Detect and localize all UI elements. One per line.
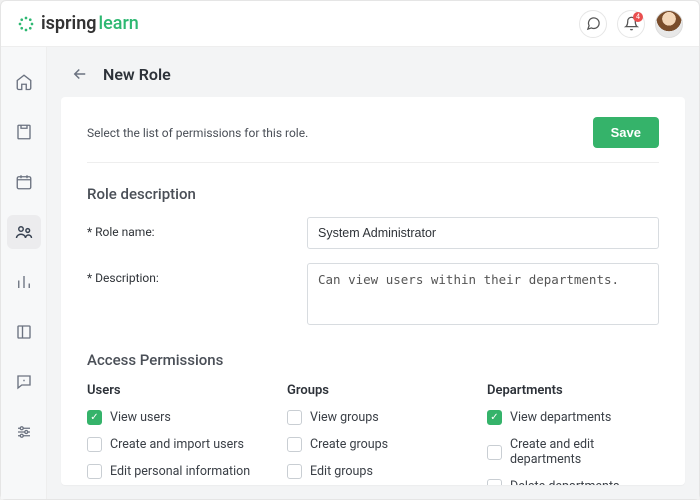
checkbox-icon	[87, 410, 102, 425]
perm-col-users: Users View users Create and import users…	[87, 383, 259, 485]
avatar[interactable]	[655, 10, 683, 38]
description-label: * Description:	[87, 263, 307, 285]
perm-item-label: Create groups	[310, 437, 388, 452]
perm-col-groups: Groups View groups Create groups Edit gr…	[287, 383, 459, 485]
checkbox-icon	[87, 464, 102, 479]
perm-item-label: Create and edit departments	[510, 437, 659, 467]
checkbox-icon	[487, 479, 502, 485]
notifications-button[interactable]: 4	[617, 10, 645, 38]
sidebar-item-home[interactable]	[7, 65, 41, 99]
main: New Role Select the list of permissions …	[47, 47, 699, 499]
checkbox-icon	[287, 437, 302, 452]
checkbox-icon	[87, 437, 102, 452]
perm-item-label: Edit groups	[310, 464, 373, 479]
chat-button[interactable]	[579, 10, 607, 38]
back-button[interactable]	[69, 63, 91, 85]
perm-item[interactable]: Edit personal information	[87, 464, 259, 479]
perm-item[interactable]: View departments	[487, 410, 659, 425]
topbar: ispring learn 4	[1, 1, 699, 47]
sidebar-item-users[interactable]	[7, 215, 41, 249]
section-access-permissions: Access Permissions	[87, 351, 659, 369]
sidebar-item-library[interactable]	[7, 315, 41, 349]
description-input[interactable]	[307, 263, 659, 325]
perm-item[interactable]: Create groups	[287, 437, 459, 452]
notification-badge: 4	[633, 12, 643, 22]
permissions-columns: Users View users Create and import users…	[87, 383, 659, 485]
sidebar-item-calendar[interactable]	[7, 165, 41, 199]
logo-text-1: ispring	[41, 13, 97, 34]
checkbox-icon	[487, 445, 502, 460]
perm-item[interactable]: Create and edit departments	[487, 437, 659, 467]
perm-item-label: View groups	[310, 410, 379, 425]
page-header: New Role	[47, 47, 699, 97]
sidebar-item-reports[interactable]	[7, 265, 41, 299]
card: Select the list of permissions for this …	[61, 97, 685, 485]
role-name-label: * Role name:	[87, 217, 307, 239]
card-top: Select the list of permissions for this …	[87, 117, 659, 163]
form-row-description: * Description:	[87, 263, 659, 329]
form-row-role-name: * Role name:	[87, 217, 659, 249]
checkbox-icon	[287, 464, 302, 479]
perm-item[interactable]: Create and import users	[87, 437, 259, 452]
perm-col-departments: Departments View departments Create and …	[487, 383, 659, 485]
checkbox-icon	[487, 410, 502, 425]
app-body: New Role Select the list of permissions …	[1, 47, 699, 499]
logo-text-2: learn	[99, 13, 139, 34]
save-button[interactable]: Save	[593, 117, 659, 148]
sidebar-item-messages[interactable]	[7, 365, 41, 399]
perm-item-label: Edit personal information	[110, 464, 250, 479]
sidebar-item-settings[interactable]	[7, 415, 41, 449]
perm-col-groups-title: Groups	[287, 383, 459, 398]
perm-col-departments-title: Departments	[487, 383, 659, 398]
logo[interactable]: ispring learn	[17, 13, 139, 34]
perm-item-label: View departments	[510, 410, 611, 425]
page-title: New Role	[103, 65, 171, 84]
logo-icon	[17, 15, 35, 33]
perm-item[interactable]: Delete departments	[487, 479, 659, 485]
perm-item-label: Delete departments	[510, 479, 619, 485]
role-name-input[interactable]	[307, 217, 659, 249]
section-role-description: Role description	[87, 185, 659, 203]
perm-item[interactable]: View groups	[287, 410, 459, 425]
checkbox-icon	[287, 410, 302, 425]
perm-item[interactable]: View users	[87, 410, 259, 425]
topbar-right: 4	[579, 10, 683, 38]
app-shell: ispring learn 4	[0, 0, 700, 500]
perm-item-label: Create and import users	[110, 437, 244, 452]
perm-item[interactable]: Edit groups	[287, 464, 459, 479]
sidebar	[1, 47, 47, 499]
sidebar-item-content[interactable]	[7, 115, 41, 149]
perm-col-users-title: Users	[87, 383, 259, 398]
perm-item-label: View users	[110, 410, 171, 425]
card-intro-text: Select the list of permissions for this …	[87, 126, 308, 140]
